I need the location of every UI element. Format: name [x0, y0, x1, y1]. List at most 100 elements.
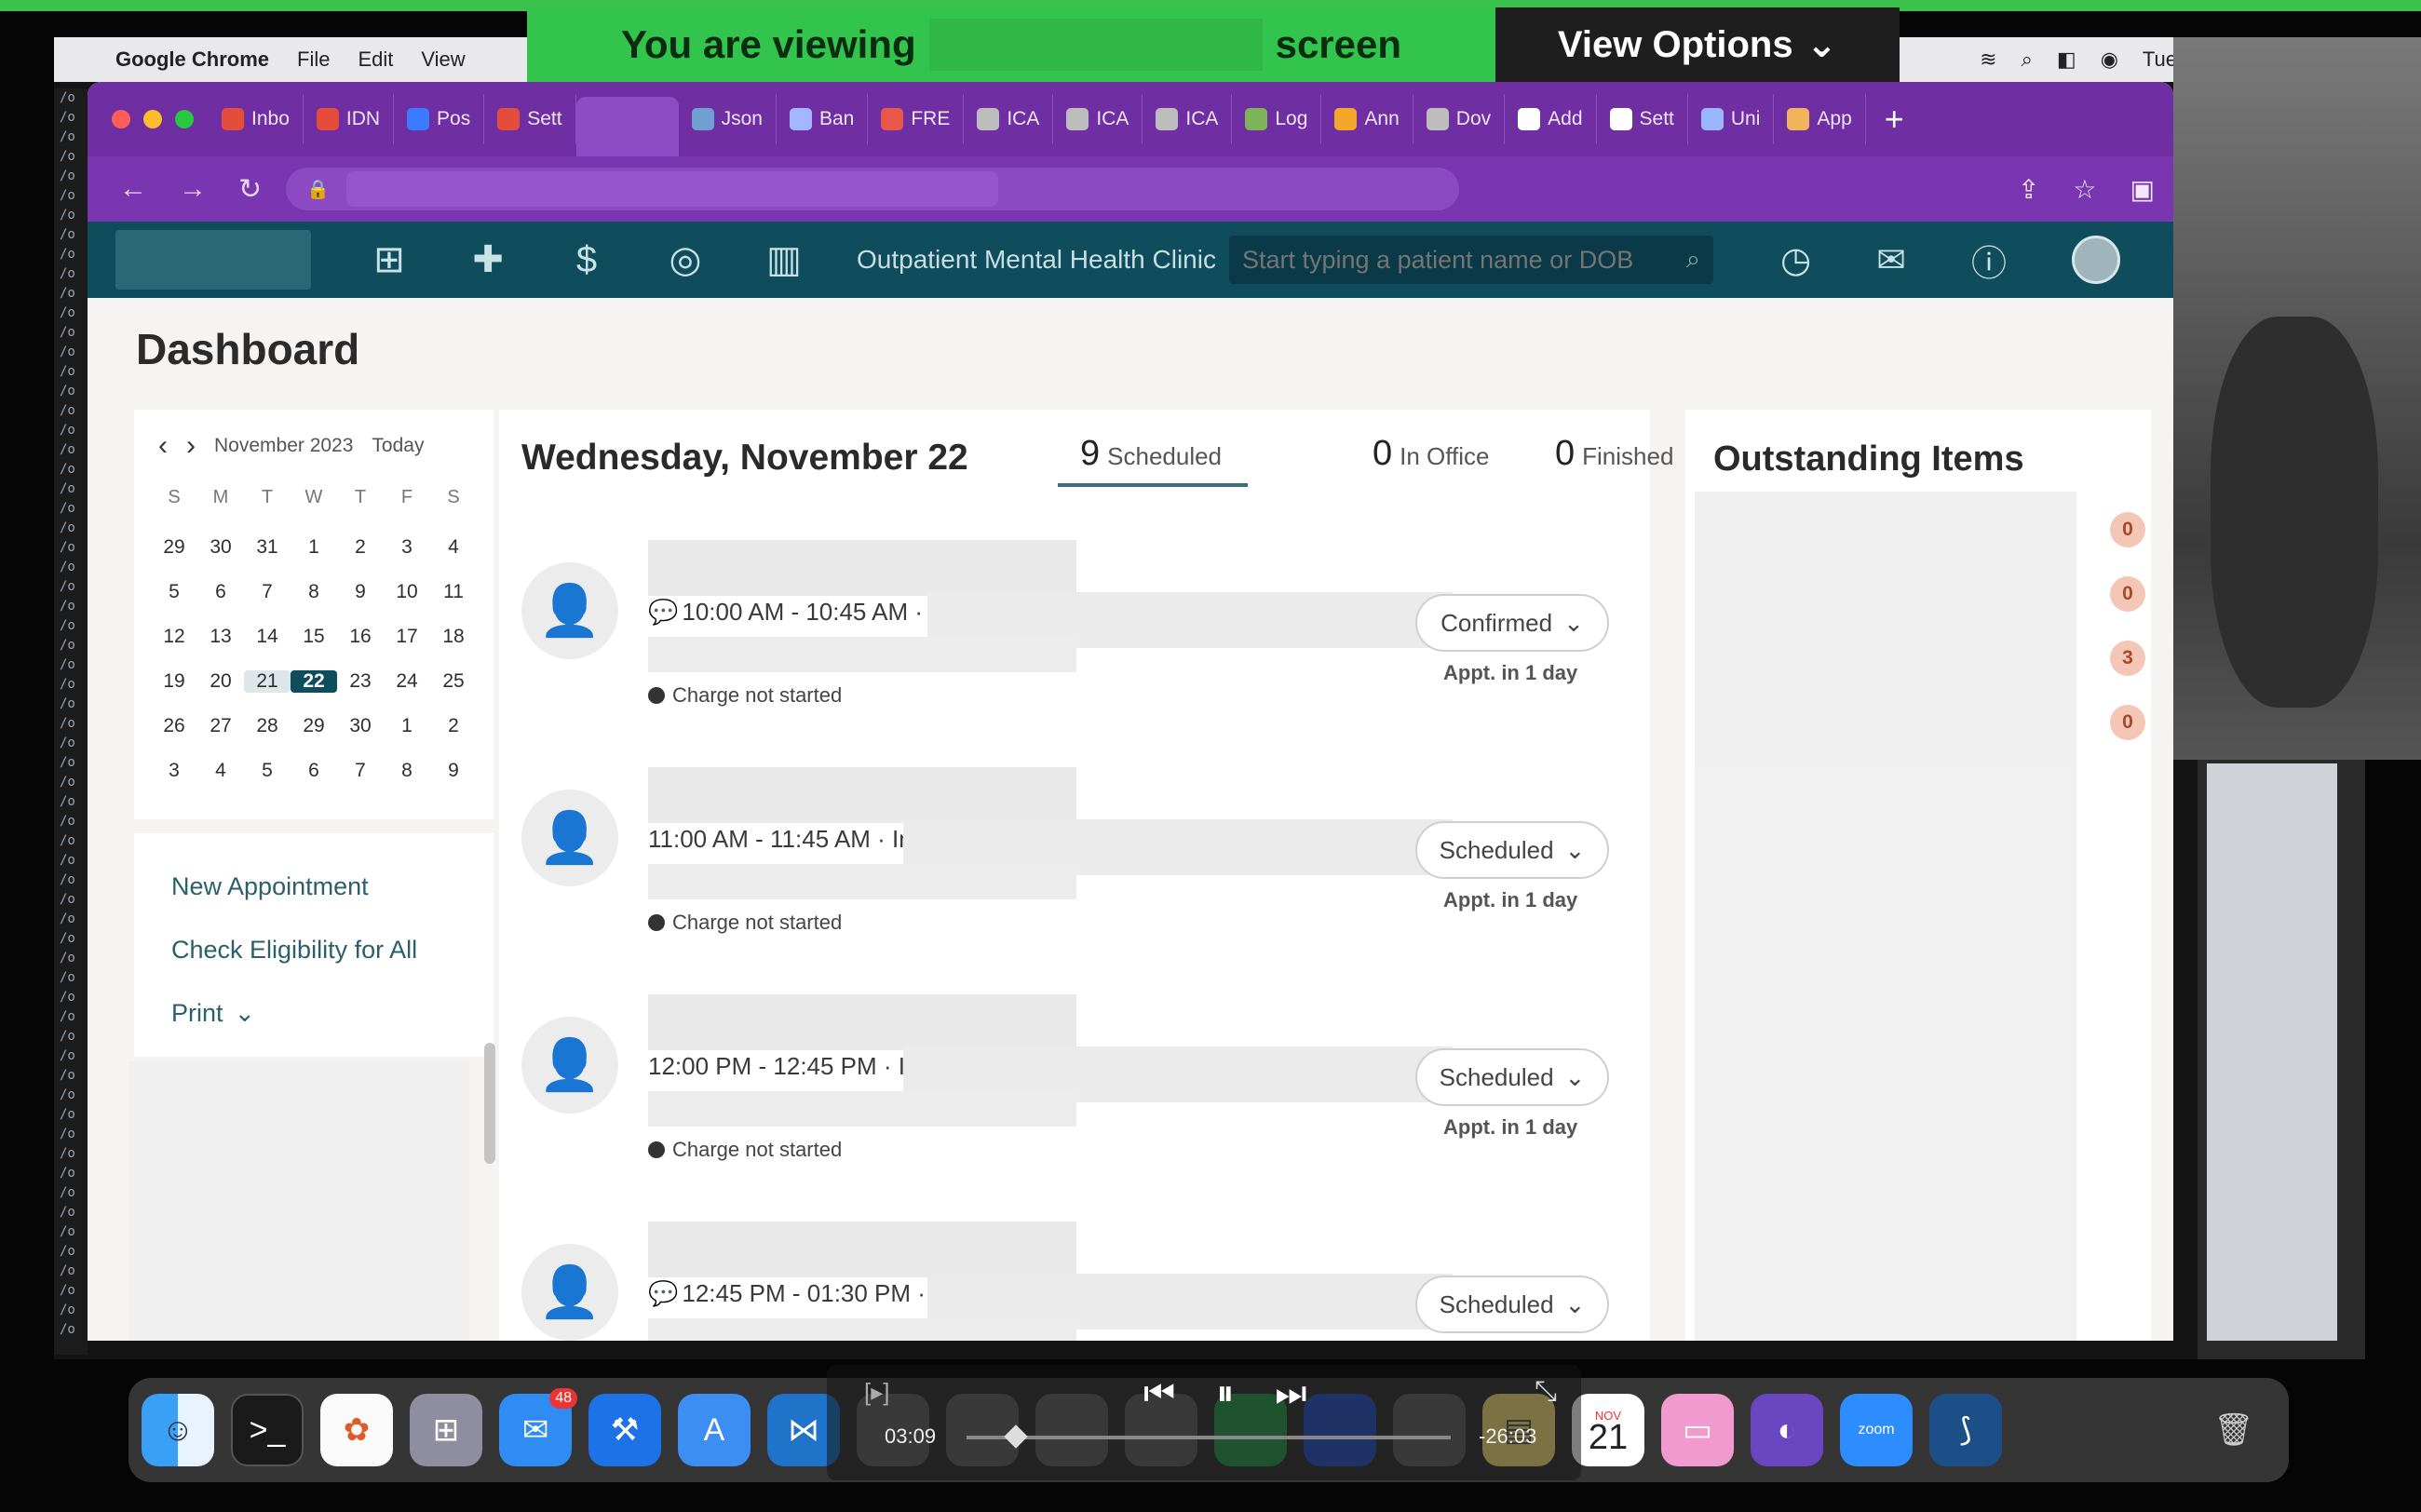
calendar-day[interactable]: 17: [384, 626, 430, 648]
menu-view[interactable]: View: [421, 47, 465, 72]
billing-dollar-icon[interactable]: $: [566, 239, 607, 281]
calendar-day[interactable]: 13: [197, 626, 244, 648]
github-icon[interactable]: ◐: [1751, 1394, 1823, 1466]
calendar-day[interactable]: 5: [151, 581, 197, 603]
telehealth-chat-icon[interactable]: 💬: [648, 598, 678, 626]
appointment-row[interactable]: 👤 💬 10:00 AM - 10:45 AM · Individual Sessi…: [521, 540, 1609, 763]
browser-tab[interactable]: Uni: [1688, 94, 1775, 144]
appointment-status-dropdown[interactable]: Scheduled ⌄: [1415, 1276, 1609, 1333]
pause-icon[interactable]: ⏸: [1216, 1374, 1234, 1414]
calendar-day[interactable]: 14: [244, 626, 291, 648]
calendar-day[interactable]: 6: [291, 760, 337, 782]
calendar-day[interactable]: 9: [430, 760, 477, 782]
calendar-day[interactable]: 30: [337, 715, 384, 737]
calendar-day[interactable]: 21: [244, 670, 291, 693]
back-icon[interactable]: ←: [119, 173, 147, 205]
appointment-row[interactable]: 👤 12:00 PM - 12:45 PM · Individual Sessio…: [521, 994, 1609, 1218]
calendar-day[interactable]: 10: [384, 581, 430, 603]
side-panel-icon[interactable]: ▣: [2130, 174, 2155, 205]
calendar-app-icon[interactable]: NOV 21: [1572, 1394, 1644, 1466]
finder-icon[interactable]: ☺: [142, 1394, 214, 1466]
appointment-status-dropdown[interactable]: Scheduled ⌄: [1415, 821, 1609, 879]
bookmark-star-icon[interactable]: ☆: [2073, 174, 2096, 205]
history-icon[interactable]: ◷: [1780, 239, 1811, 281]
browser-tab[interactable]: ICA: [964, 94, 1054, 144]
calendar-day[interactable]: 4: [197, 760, 244, 782]
calendar-today-button[interactable]: Today: [372, 435, 424, 457]
calendar-day[interactable]: 12: [151, 626, 197, 648]
next-month-icon[interactable]: ›: [186, 430, 196, 462]
outstanding-count-badge[interactable]: 3: [2110, 641, 2145, 676]
calendar-day[interactable]: 24: [384, 670, 430, 693]
calendar-day[interactable]: 3: [151, 760, 197, 782]
calendar-day[interactable]: 29: [291, 715, 337, 737]
calendar-day[interactable]: 11: [430, 581, 477, 603]
mysql-workbench-icon[interactable]: ⟆: [1929, 1394, 2002, 1466]
scrub-bar[interactable]: [967, 1436, 1451, 1439]
exit-fullscreen-icon[interactable]: ⤡: [1535, 1376, 1557, 1408]
browser-tab[interactable]: Sett: [484, 94, 576, 144]
calendar-day[interactable]: 23: [337, 670, 384, 693]
menu-clock[interactable]: Tue: [2143, 47, 2177, 72]
help-icon[interactable]: ⓘ: [1971, 235, 2007, 286]
captions-icon[interactable]: [▸]: [864, 1378, 890, 1407]
app-store-icon[interactable]: A: [678, 1394, 751, 1466]
calendar-day[interactable]: 1: [291, 536, 337, 559]
close-window-icon[interactable]: [112, 110, 130, 128]
mail-icon[interactable]: ✉: [1876, 239, 1906, 281]
zoom-icon[interactable]: zoom: [1840, 1394, 1913, 1466]
calendar-day[interactable]: 2: [430, 715, 477, 737]
client-badge-icon[interactable]: ◎: [665, 238, 706, 281]
app-logo-redacted[interactable]: [115, 230, 311, 290]
share-icon[interactable]: ⇪: [2018, 174, 2039, 205]
calendar-day[interactable]: 3: [384, 536, 430, 559]
previous-month-icon[interactable]: ‹: [158, 430, 168, 462]
clinic-name[interactable]: Outpatient Mental Health Clinic: [857, 245, 1216, 275]
clinical-cross-icon[interactable]: ✚: [467, 238, 508, 281]
telehealth-chat-icon[interactable]: 💬: [648, 1279, 678, 1307]
calendar-day[interactable]: 29: [151, 536, 197, 559]
calendar-day[interactable]: 19: [151, 670, 197, 693]
trash-icon[interactable]: 🗑: [2198, 1394, 2270, 1466]
calendar-day[interactable]: 8: [384, 760, 430, 782]
calendar-day[interactable]: 27: [197, 715, 244, 737]
participant-video-tile[interactable]: [2173, 37, 2421, 760]
browser-tab[interactable]: Dov: [1413, 94, 1506, 144]
calendar-day[interactable]: 22: [291, 670, 337, 693]
skip-back-icon[interactable]: ⏮: [1143, 1374, 1175, 1414]
calendar-day[interactable]: 25: [430, 670, 477, 693]
calendar-day[interactable]: 30: [197, 536, 244, 559]
browser-tab[interactable]: App: [1774, 94, 1866, 144]
calendar-day[interactable]: 18: [430, 626, 477, 648]
browser-tab[interactable]: [575, 97, 679, 156]
calendar-day[interactable]: 16: [337, 626, 384, 648]
calendar-day[interactable]: 7: [244, 581, 291, 603]
new-tab-icon[interactable]: +: [1885, 100, 1904, 139]
calendar-day[interactable]: 4: [430, 536, 477, 559]
browser-tab[interactable]: Add: [1505, 94, 1597, 144]
calendar-day[interactable]: 2: [337, 536, 384, 559]
launchpad-icon[interactable]: ⊞: [410, 1394, 482, 1466]
calendar-day[interactable]: 31: [244, 536, 291, 559]
menu-edit[interactable]: Edit: [358, 47, 393, 72]
check-eligibility-link[interactable]: Check Eligibility for All: [171, 936, 417, 965]
wifi-icon[interactable]: ≋: [1980, 47, 1996, 72]
mail-app-icon[interactable]: ✉ 48: [499, 1388, 577, 1466]
calendar-day[interactable]: 7: [337, 760, 384, 782]
reports-chart-icon[interactable]: ▥: [764, 238, 805, 281]
patient-search[interactable]: ⌕: [1228, 236, 1713, 284]
new-appointment-link[interactable]: New Appointment: [171, 872, 369, 901]
spotlight-search-icon[interactable]: ⌕: [2022, 47, 2033, 72]
print-dropdown[interactable]: Print ⌄: [171, 999, 255, 1028]
search-icon[interactable]: ⌕: [1686, 245, 1700, 275]
browser-tab[interactable]: Ann: [1321, 94, 1413, 144]
menu-file[interactable]: File: [297, 47, 330, 72]
calendar-day[interactable]: 28: [244, 715, 291, 737]
outstanding-count-badge[interactable]: 0: [2110, 512, 2145, 547]
calendar-day[interactable]: 20: [197, 670, 244, 693]
user-avatar[interactable]: [2072, 236, 2121, 284]
calendar-day[interactable]: 5: [244, 760, 291, 782]
browser-tab[interactable]: FRE: [868, 94, 965, 144]
skip-forward-icon[interactable]: ⏭: [1275, 1374, 1306, 1414]
scrub-handle[interactable]: [1004, 1424, 1028, 1449]
